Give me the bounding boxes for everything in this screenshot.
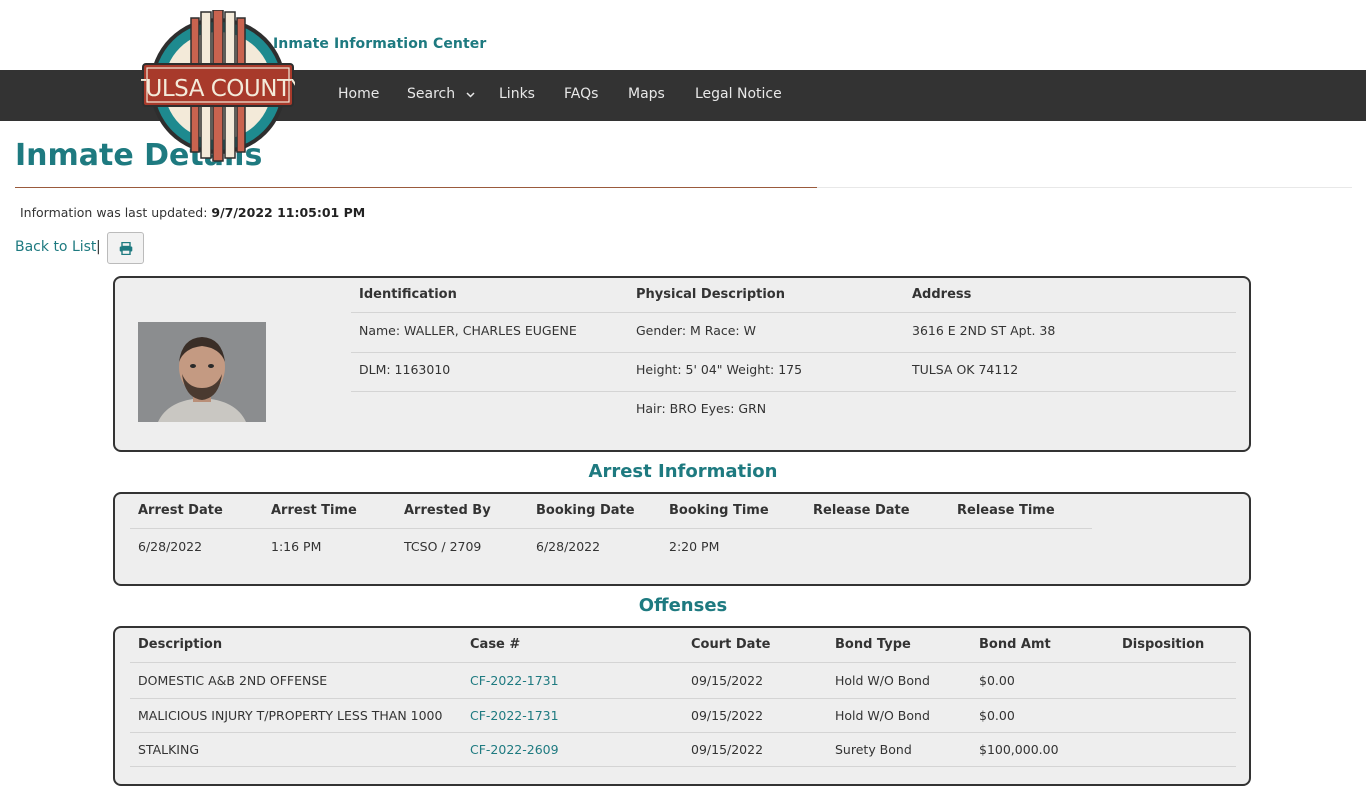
logo-text: TULSA COUNTY bbox=[141, 76, 295, 102]
offense-bond-type: Hold W/O Bond bbox=[835, 673, 930, 688]
inmate-hair-eyes: Hair: BRO Eyes: GRN bbox=[636, 401, 767, 416]
print-button[interactable] bbox=[107, 232, 144, 264]
arrest-information-heading: Arrest Information bbox=[588, 461, 778, 482]
nav-legal-notice[interactable]: Legal Notice bbox=[695, 86, 782, 102]
title-divider bbox=[15, 187, 817, 188]
offense-description: MALICIOUS INJURY T/PROPERTY LESS THAN 10… bbox=[138, 708, 443, 723]
inmate-gender-race: Gender: M Race: W bbox=[636, 323, 756, 338]
arrest-date: 6/28/2022 bbox=[138, 539, 203, 554]
address-header: Address bbox=[912, 287, 972, 302]
last-updated-value: 9/7/2022 11:05:01 PM bbox=[211, 205, 366, 220]
offense-header-bond-type: Bond Type bbox=[835, 637, 911, 652]
offense-court-date: 09/15/2022 bbox=[691, 673, 764, 688]
nav-search-label: Search bbox=[407, 86, 456, 102]
arrest-header-arrest-time: Arrest Time bbox=[271, 503, 357, 518]
arrest-time: 1:16 PM bbox=[271, 539, 322, 554]
nav-search[interactable]: Search bbox=[407, 86, 475, 102]
inmate-dlm: DLM: 1163010 bbox=[359, 362, 451, 377]
offenses-heading: Offenses bbox=[638, 595, 728, 616]
offense-case-link[interactable]: CF-2022-1731 bbox=[470, 708, 559, 723]
link-separator: | bbox=[96, 239, 101, 255]
last-updated-label: Information was last updated: bbox=[20, 205, 208, 220]
offense-header-disposition: Disposition bbox=[1122, 637, 1205, 652]
offense-bond-type: Surety Bond bbox=[835, 742, 912, 757]
arrest-header-release-time: Release Time bbox=[957, 503, 1055, 518]
arrest-header-arrest-date: Arrest Date bbox=[138, 503, 223, 518]
row-divider bbox=[130, 662, 1236, 663]
offense-header-description: Description bbox=[138, 637, 223, 652]
inmate-photo bbox=[138, 322, 266, 422]
tulsa-county-logo[interactable]: TULSA COUNTY bbox=[141, 10, 295, 162]
physical-description-header: Physical Description bbox=[636, 287, 785, 302]
booking-time: 2:20 PM bbox=[669, 539, 720, 554]
row-divider bbox=[351, 352, 1236, 353]
arrest-header-arrested-by: Arrested By bbox=[404, 503, 491, 518]
offense-case-link[interactable]: CF-2022-2609 bbox=[470, 742, 559, 757]
nav-links[interactable]: Links bbox=[499, 86, 535, 102]
title-divider-right bbox=[817, 187, 1352, 188]
inmate-address-line2: TULSA OK 74112 bbox=[912, 362, 1019, 377]
arrest-header-booking-time: Booking Time bbox=[669, 503, 769, 518]
offense-bond-amt: $100,000.00 bbox=[979, 742, 1059, 757]
offenses-panel bbox=[113, 626, 1251, 786]
arrest-header-release-date: Release Date bbox=[813, 503, 910, 518]
offense-court-date: 09/15/2022 bbox=[691, 742, 764, 757]
last-updated: Information was last updated: 9/7/2022 1… bbox=[20, 205, 365, 220]
chevron-down-icon bbox=[466, 86, 475, 102]
offense-bond-amt: $0.00 bbox=[979, 708, 1015, 723]
row-divider bbox=[351, 312, 1236, 313]
offense-bond-amt: $0.00 bbox=[979, 673, 1015, 688]
offense-court-date: 09/15/2022 bbox=[691, 708, 764, 723]
offense-header-bond-amt: Bond Amt bbox=[979, 637, 1051, 652]
offense-description: STALKING bbox=[138, 742, 200, 757]
arrested-by: TCSO / 2709 bbox=[404, 539, 482, 554]
row-divider bbox=[130, 698, 1236, 699]
back-to-list-link[interactable]: Back to List bbox=[15, 239, 96, 255]
nav-maps[interactable]: Maps bbox=[628, 86, 665, 102]
nav-home[interactable]: Home bbox=[338, 86, 379, 102]
row-divider bbox=[351, 391, 1236, 392]
row-divider bbox=[130, 766, 1236, 767]
arrest-header-booking-date: Booking Date bbox=[536, 503, 635, 518]
offense-case-link[interactable]: CF-2022-1731 bbox=[470, 673, 559, 688]
offense-header-case: Case # bbox=[470, 637, 521, 652]
identification-header: Identification bbox=[359, 287, 457, 302]
print-icon bbox=[119, 242, 133, 255]
inmate-name: Name: WALLER, CHARLES EUGENE bbox=[359, 323, 577, 338]
inmate-height-weight: Height: 5' 04" Weight: 175 bbox=[636, 362, 803, 377]
site-title[interactable]: Inmate Information Center bbox=[273, 36, 486, 52]
row-divider bbox=[130, 732, 1236, 733]
booking-date: 6/28/2022 bbox=[536, 539, 601, 554]
nav-faqs[interactable]: FAQs bbox=[564, 86, 598, 102]
inmate-address-line1: 3616 E 2ND ST Apt. 38 bbox=[912, 323, 1056, 338]
row-divider bbox=[130, 528, 1092, 529]
offense-bond-type: Hold W/O Bond bbox=[835, 708, 930, 723]
offense-description: DOMESTIC A&B 2ND OFFENSE bbox=[138, 673, 328, 688]
offense-header-court-date: Court Date bbox=[691, 637, 771, 652]
